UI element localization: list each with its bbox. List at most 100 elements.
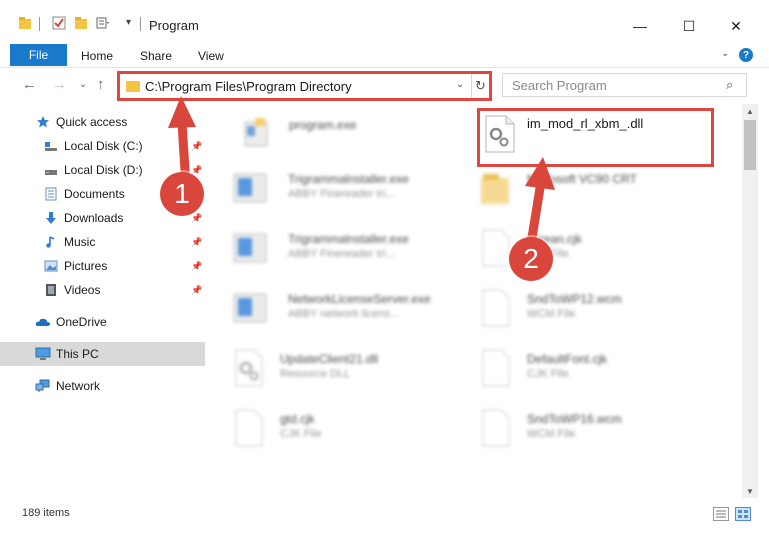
computer-icon bbox=[35, 347, 51, 360]
vertical-scrollbar[interactable]: ▲ ▼ bbox=[742, 104, 758, 498]
file-name: SndToWP16.wcm bbox=[527, 412, 622, 426]
tab-file[interactable]: File bbox=[10, 44, 67, 66]
sidebar-item-pictures[interactable]: Pictures 📌 bbox=[0, 254, 205, 278]
pin-icon: 📌 bbox=[191, 212, 203, 223]
sidebar-item-label: Music bbox=[64, 235, 96, 249]
sidebar-item-onedrive[interactable]: OneDrive bbox=[0, 310, 205, 334]
installer-icon bbox=[233, 233, 267, 263]
details-view-icon[interactable] bbox=[713, 507, 729, 521]
sidebar-item-videos[interactable]: Videos 📌 bbox=[0, 278, 205, 302]
up-arrow-icon[interactable]: ↑ bbox=[97, 76, 105, 93]
tab-share[interactable]: Share bbox=[140, 49, 172, 63]
sidebar-item-label: Local Disk (C:) bbox=[64, 139, 143, 153]
title-bar: ▾ Program — ☐ ✕ bbox=[0, 0, 769, 40]
large-icons-view-icon[interactable] bbox=[735, 507, 751, 521]
status-bar: 189 items bbox=[0, 498, 769, 536]
close-button[interactable]: ✕ bbox=[713, 12, 759, 40]
star-icon bbox=[37, 116, 49, 128]
maximize-button[interactable]: ☐ bbox=[666, 12, 712, 40]
installer-icon bbox=[233, 293, 267, 323]
search-input[interactable] bbox=[503, 74, 723, 96]
file-item-installer-1[interactable]: Trigrammalnstaller.exe ABBY Finereader t… bbox=[232, 166, 467, 214]
scroll-up-icon[interactable]: ▲ bbox=[742, 104, 758, 118]
sidebar-item-quick-access[interactable]: Quick access bbox=[0, 110, 205, 134]
sidebar-item-music[interactable]: Music 📌 bbox=[0, 230, 205, 254]
file-icon bbox=[235, 409, 263, 447]
drive-icon bbox=[45, 170, 57, 175]
help-icon[interactable]: ? bbox=[739, 48, 753, 62]
sidebar-item-label: Quick access bbox=[56, 115, 128, 129]
folder-icon[interactable] bbox=[18, 16, 32, 30]
search-icon[interactable]: ⌕ bbox=[726, 77, 733, 93]
minimize-button[interactable]: — bbox=[617, 12, 663, 40]
file-item-sndtowp12[interactable]: SndToWP12.wcm WCM File bbox=[479, 286, 714, 334]
sidebar-item-label: Documents bbox=[64, 187, 125, 201]
file-name: DefaultFont.cjk bbox=[527, 352, 608, 366]
scroll-thumb[interactable] bbox=[744, 120, 756, 170]
pin-icon: 📌 bbox=[191, 260, 203, 271]
address-bar[interactable]: C:\Program Files\Program Directory ⌄ ↻ bbox=[117, 71, 492, 101]
customize-toolbar-icon[interactable] bbox=[96, 16, 110, 30]
item-count: 189 items bbox=[22, 507, 70, 519]
sidebar-item-this-pc[interactable]: This PC bbox=[0, 342, 205, 366]
file-item-sndtowp16[interactable]: SndToWP16.wcm WCM File bbox=[479, 406, 714, 454]
file-name: Microsoft VC90 CRT bbox=[527, 172, 637, 186]
drive-icon bbox=[45, 142, 57, 151]
file-icon bbox=[482, 409, 510, 447]
file-name: UpdateClient21.dll bbox=[280, 352, 379, 366]
file-name: NetworkLicenseServer.exe bbox=[288, 292, 431, 306]
sidebar-item-label: Network bbox=[56, 379, 101, 393]
highlight-box bbox=[477, 108, 714, 167]
file-icon bbox=[482, 349, 510, 387]
quick-access-dropdown-icon[interactable]: ▾ bbox=[126, 17, 131, 28]
chevron-down-icon[interactable]: ⌄ bbox=[456, 79, 464, 90]
folder-icon bbox=[126, 81, 140, 92]
step-badge-1: 1 bbox=[160, 172, 204, 216]
dll-icon bbox=[235, 349, 263, 387]
file-name: Trigrammalnstaller.exe bbox=[288, 232, 409, 246]
file-type: CJK File bbox=[280, 428, 322, 440]
new-folder-icon[interactable] bbox=[74, 16, 88, 30]
music-icon bbox=[46, 236, 55, 248]
file-item-updateclient21[interactable]: UpdateClient21.dll Resource DLL bbox=[232, 346, 467, 394]
step-badge-2: 2 bbox=[509, 237, 553, 281]
sidebar-item-network[interactable]: Network bbox=[0, 374, 205, 398]
ribbon: File Home Share View ⌄ ? bbox=[0, 40, 769, 68]
file-list: program.exe im_mod_rl_xbm_.dll Trigramma… bbox=[207, 104, 742, 498]
refresh-icon[interactable]: ↻ bbox=[471, 74, 489, 98]
file-type: WCM File bbox=[527, 308, 576, 320]
file-name: program.exe bbox=[289, 118, 357, 132]
file-item-installer-2[interactable]: Trigrammalnstaller.exe ABBY Finereader t… bbox=[232, 226, 467, 274]
sidebar-item-local-disk-c[interactable]: Local Disk (C:) 📌 bbox=[0, 134, 205, 158]
pin-icon: 📌 bbox=[191, 284, 203, 295]
sidebar-item-label: Videos bbox=[64, 283, 101, 297]
search-box[interactable]: ⌕ bbox=[502, 73, 747, 97]
sidebar-item-label: Local Disk (D:) bbox=[64, 163, 143, 177]
file-item-gtd-cjk[interactable]: gtd.cjk CJK File bbox=[232, 406, 467, 454]
cloud-icon bbox=[35, 318, 50, 326]
navigation-pane: Quick access Local Disk (C:) 📌 Local Dis… bbox=[0, 104, 207, 498]
file-name: gtd.cjk bbox=[280, 412, 315, 426]
back-arrow-icon[interactable]: ← bbox=[22, 76, 37, 93]
tab-home[interactable]: Home bbox=[81, 49, 113, 63]
installer-icon bbox=[233, 173, 267, 203]
sidebar-item-label: OneDrive bbox=[56, 315, 107, 329]
properties-icon[interactable] bbox=[52, 16, 66, 30]
title-separator bbox=[140, 17, 141, 31]
file-item-vc90-crt[interactable]: Microsoft VC90 CRT bbox=[479, 166, 714, 214]
file-icon bbox=[482, 289, 510, 327]
forward-arrow-icon[interactable]: → bbox=[52, 76, 67, 93]
file-name: SndToWP12.wcm bbox=[527, 292, 622, 306]
scroll-down-icon[interactable]: ▼ bbox=[742, 484, 758, 498]
expand-ribbon-icon[interactable]: ⌄ bbox=[721, 48, 729, 59]
exe-icon bbox=[244, 118, 268, 147]
file-type: Resource DLL bbox=[280, 368, 351, 380]
file-item-defaultfont-cjk[interactable]: DefaultFont.cjk CJK File bbox=[479, 346, 714, 394]
file-item-program-exe[interactable]: program.exe bbox=[237, 110, 472, 158]
pin-icon: 📌 bbox=[191, 140, 203, 151]
address-path[interactable]: C:\Program Files\Program Directory bbox=[145, 79, 352, 94]
videos-icon bbox=[46, 284, 56, 296]
file-item-network-license-server[interactable]: NetworkLicenseServer.exe ABBY network li… bbox=[232, 286, 467, 334]
recent-locations-icon[interactable]: ⌄ bbox=[79, 79, 87, 90]
tab-view[interactable]: View bbox=[198, 49, 224, 63]
